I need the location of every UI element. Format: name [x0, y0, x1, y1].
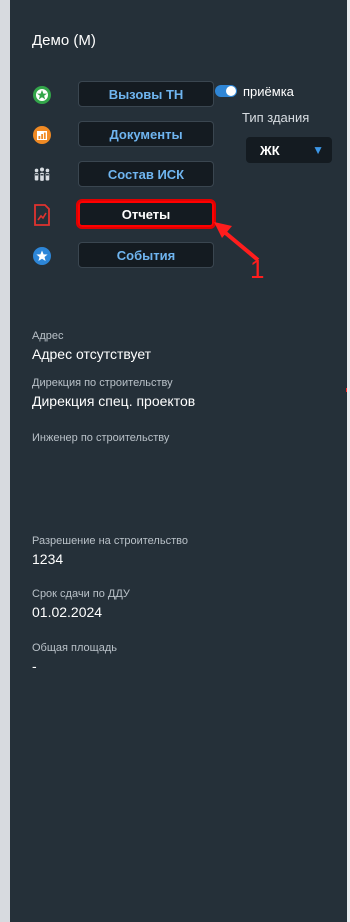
red-report-icon [32, 204, 52, 226]
directorate-value: Дирекция спец. проектов [32, 393, 196, 409]
green-star-badge-icon [32, 85, 52, 105]
area-value: - [32, 658, 37, 674]
deadline-value: 01.02.2024 [32, 604, 103, 620]
permit-label: Разрешение на строительство [32, 535, 188, 547]
area-label: Общая площадь [32, 642, 117, 654]
orange-chart-icon [32, 125, 52, 145]
blue-star-icon [32, 246, 52, 266]
directorate-block: Дирекция по строительству Дирекция спец.… [32, 377, 195, 409]
engineer-label: Инженер по строительству [32, 432, 170, 444]
address-block: Адрес Адрес отсутствует [32, 330, 151, 362]
panel-title: Демо (М) [32, 32, 96, 49]
annotation-number: 1 [250, 254, 265, 284]
building-type-label: Тип здания [242, 110, 310, 125]
building-type-value: ЖК [260, 142, 280, 158]
chevron-down-icon: ▼ [312, 143, 324, 157]
directorate-label: Дирекция по строительству [32, 377, 173, 389]
permit-value: 1234 [32, 551, 64, 567]
acceptance-toggle-label: приёмка [243, 83, 294, 99]
isk-composition-button[interactable]: Состав ИСК [78, 161, 214, 187]
address-value: Адрес отсутствует [32, 346, 152, 362]
building-type-select[interactable]: ЖК ▼ [246, 137, 332, 163]
calls-button[interactable]: Вызовы ТН [78, 81, 214, 107]
documents-button[interactable]: Документы [78, 121, 214, 147]
permit-block: Разрешение на строительство 1234 [32, 535, 188, 567]
deadline-block: Срок сдачи по ДДУ 01.02.2024 [32, 588, 130, 620]
people-group-icon [32, 165, 52, 185]
acceptance-toggle-row[interactable]: приёмка [215, 82, 294, 100]
deadline-label: Срок сдачи по ДДУ [32, 588, 130, 600]
object-sidebar-panel: Демо (М) Вызовы ТН Документы Состав ИСК … [10, 0, 350, 922]
address-label: Адрес [32, 330, 64, 342]
reports-button[interactable]: Отчеты [76, 199, 216, 229]
acceptance-toggle[interactable] [215, 85, 237, 97]
area-block: Общая площадь - [32, 642, 117, 674]
events-button[interactable]: События [78, 242, 214, 268]
left-scroll-strip [0, 0, 10, 922]
engineer-block: Инженер по строительству [32, 432, 169, 448]
